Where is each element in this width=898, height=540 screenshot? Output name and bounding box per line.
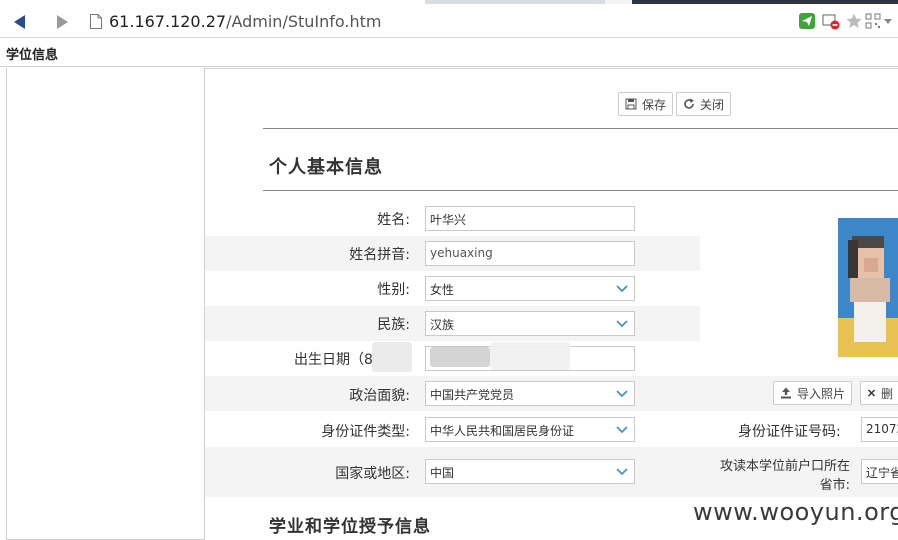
import-photo-button[interactable]: 导入照片 bbox=[773, 381, 853, 405]
page-icon bbox=[90, 14, 102, 29]
section-title-academic: 学业和学位授予信息 bbox=[269, 517, 431, 537]
redaction-blur bbox=[430, 347, 490, 367]
country-label: 国家或地区: bbox=[335, 466, 410, 482]
blocked-icon[interactable] bbox=[822, 12, 840, 30]
chevron-down-icon bbox=[616, 468, 628, 476]
address-bar[interactable]: 61.167.120.27/Admin/StuInfo.htm bbox=[84, 8, 898, 34]
birthdate-label: 出生日期（8 bbox=[294, 352, 373, 368]
send-icon[interactable] bbox=[798, 12, 816, 30]
close-button[interactable]: 关闭 bbox=[676, 92, 732, 116]
back-arrow-icon[interactable] bbox=[10, 12, 30, 32]
hukou-value: 辽宁省 bbox=[866, 466, 898, 480]
politics-value: 中国共产党党员 bbox=[430, 388, 515, 402]
id-type-value: 中华人民共和国居民身份证 bbox=[430, 424, 575, 438]
id-number-label: 身份证件证号码: bbox=[738, 424, 841, 440]
upload-icon bbox=[781, 387, 791, 399]
chevron-down-icon bbox=[616, 320, 628, 328]
qrcode-icon[interactable] bbox=[864, 12, 882, 30]
hukou-label-line1: 攻读本学位前户口所在 bbox=[719, 459, 850, 474]
id-number-input[interactable]: 21072 bbox=[861, 417, 898, 442]
name-input[interactable]: 叶华兴 bbox=[425, 206, 635, 231]
divider bbox=[0, 66, 898, 67]
app-title: 学位信息 bbox=[6, 48, 59, 63]
redaction-blur bbox=[372, 342, 412, 372]
delete-photo-button[interactable]: 删 bbox=[860, 381, 898, 405]
close-icon bbox=[867, 389, 876, 397]
chevron-down-icon bbox=[616, 285, 628, 293]
save-label: 保存 bbox=[642, 97, 667, 112]
ethnicity-value: 汉族 bbox=[430, 318, 455, 332]
politics-select[interactable]: 中国共产党党员 bbox=[425, 381, 635, 406]
star-icon[interactable] bbox=[845, 12, 863, 30]
ethnicity-select[interactable]: 汉族 bbox=[425, 311, 635, 336]
pinyin-input[interactable]: yehuaxing bbox=[425, 241, 635, 266]
name-label: 姓名: bbox=[377, 212, 410, 228]
forward-arrow-icon[interactable] bbox=[52, 12, 72, 32]
id-type-select[interactable]: 中华人民共和国居民身份证 bbox=[425, 417, 635, 442]
save-button[interactable]: 保存 bbox=[618, 92, 674, 116]
divider bbox=[263, 190, 898, 191]
close-label: 关闭 bbox=[700, 97, 725, 112]
redaction-blur bbox=[490, 342, 570, 370]
section-title-personal: 个人基本信息 bbox=[269, 157, 383, 178]
gender-select[interactable]: 女性 bbox=[425, 276, 635, 301]
refresh-icon bbox=[684, 98, 694, 109]
watermark-text: www.wooyun.org bbox=[693, 498, 898, 526]
gender-label: 性别: bbox=[377, 282, 410, 298]
url-text: 61.167.120.27/Admin/StuInfo.htm bbox=[109, 12, 382, 31]
save-icon bbox=[625, 98, 637, 110]
country-value: 中国 bbox=[430, 466, 455, 480]
country-select[interactable]: 中国 bbox=[425, 459, 635, 484]
id-type-label: 身份证件类型: bbox=[321, 424, 410, 440]
chevron-down-icon bbox=[616, 426, 628, 434]
delete-photo-label: 删 bbox=[880, 386, 893, 401]
divider bbox=[263, 128, 898, 129]
browser-toolbar: 61.167.120.27/Admin/StuInfo.htm bbox=[0, 4, 898, 38]
left-tree-pane bbox=[6, 68, 205, 540]
politics-label: 政治面貌: bbox=[349, 388, 410, 404]
ethnicity-label: 民族: bbox=[377, 317, 410, 333]
chevron-down-icon[interactable] bbox=[882, 12, 894, 30]
gender-value: 女性 bbox=[430, 283, 455, 297]
hukou-label-line2: 省市: bbox=[819, 478, 850, 493]
hukou-select[interactable]: 辽宁省 bbox=[861, 459, 898, 484]
chevron-down-icon bbox=[616, 390, 628, 398]
import-photo-label: 导入照片 bbox=[797, 386, 846, 401]
student-photo bbox=[838, 218, 898, 357]
pinyin-label: 姓名拼音: bbox=[349, 247, 410, 263]
